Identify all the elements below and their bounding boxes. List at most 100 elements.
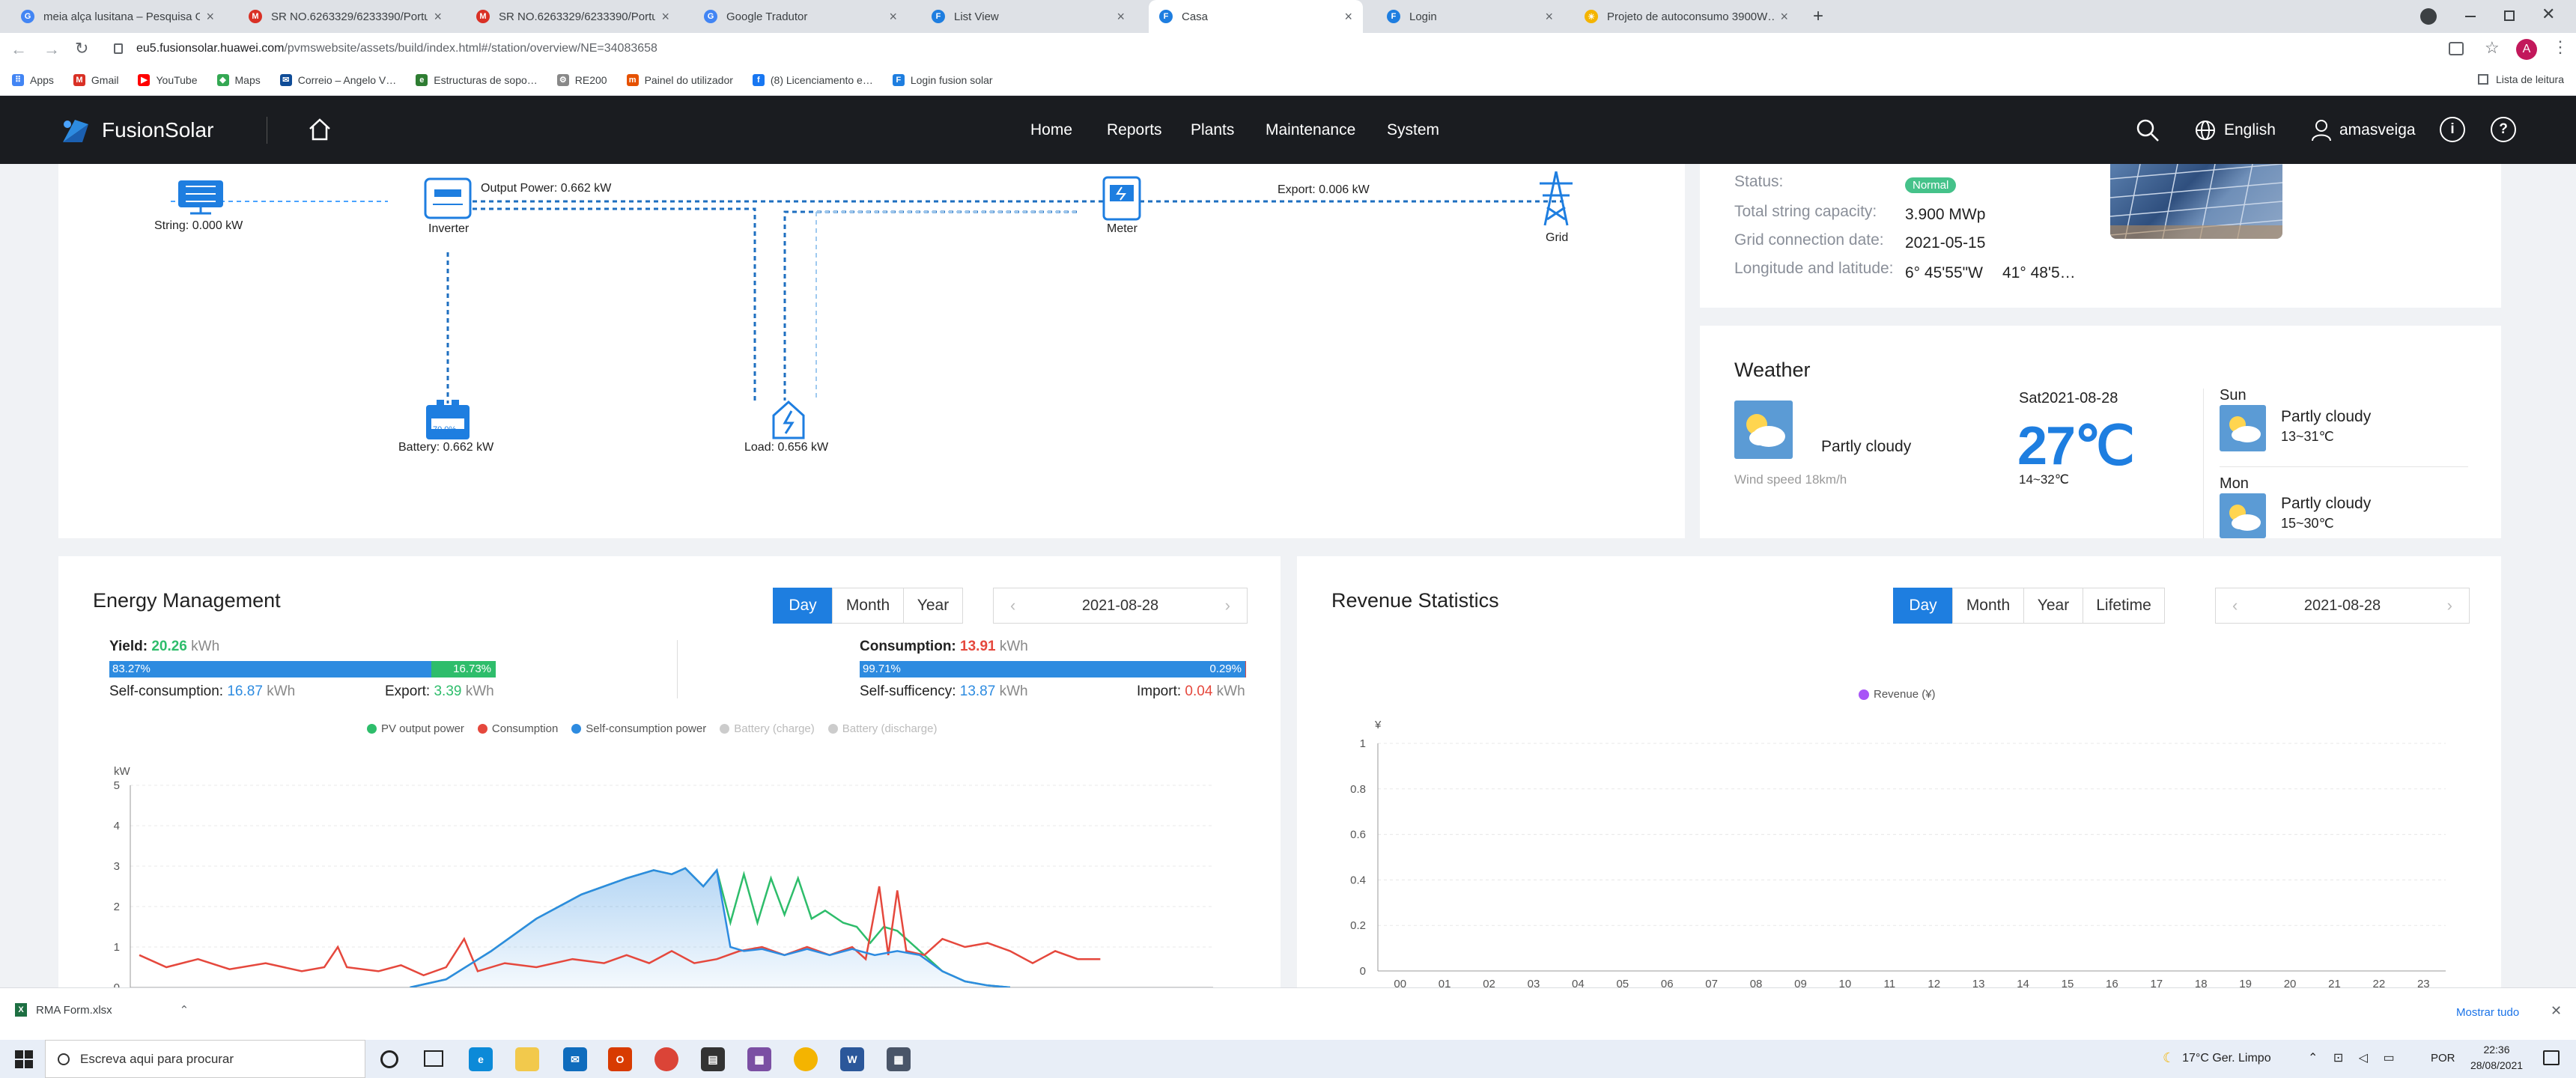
tab-search-icon[interactable] [2420, 8, 2437, 25]
minimize-button[interactable] [2465, 16, 2476, 17]
winrar-icon[interactable]: ▦ [747, 1047, 771, 1071]
home-icon[interactable] [307, 117, 332, 142]
close-window-button[interactable]: ✕ [2542, 4, 2555, 24]
taskbar-weather[interactable]: ☾ 17°C Ger. Limpo [2163, 1050, 2271, 1066]
browser-tab[interactable]: F Casa × [1149, 0, 1363, 33]
energy-date-picker[interactable]: ‹ 2021-08-28 › [993, 588, 1248, 624]
close-tab-icon[interactable]: × [1545, 9, 1553, 25]
legend-item[interactable]: PV output power [367, 722, 464, 735]
revenue-legend[interactable]: Revenue (¥) [1859, 688, 1936, 701]
revenue-tab-year[interactable]: Year [2023, 588, 2083, 624]
bookmark-star-icon[interactable]: ☆ [2485, 38, 2500, 58]
nav-reports[interactable]: Reports [1107, 96, 1162, 164]
browser-tab[interactable]: ☀ Projeto de autoconsumo 3900W… × [1574, 0, 1799, 33]
bookmark-item[interactable]: e Estructuras de sopo… [416, 73, 538, 86]
edge-icon[interactable]: e [469, 1047, 493, 1071]
legend-item[interactable]: Battery (discharge) [827, 722, 937, 735]
close-tab-icon[interactable]: × [434, 9, 442, 25]
revenue-next-date-icon[interactable]: › [2447, 596, 2452, 615]
close-tab-icon[interactable]: × [1780, 9, 1788, 25]
close-tab-icon[interactable]: × [661, 9, 669, 25]
self-consumption-value: 16.87 [227, 683, 263, 699]
energy-tab-day[interactable]: Day [773, 588, 833, 624]
translate-icon[interactable] [2449, 42, 2464, 55]
bookmark-item[interactable]: ⚙ RE200 [556, 73, 607, 86]
next-date-icon[interactable]: › [1225, 596, 1230, 615]
browser-tab[interactable]: M SR NO.6263329/6233390/Portug… × [238, 0, 452, 33]
browser-tab[interactable]: G Google Tradutor × [693, 0, 908, 33]
nav-home[interactable]: Home [1030, 96, 1072, 164]
word-icon[interactable]: W [840, 1047, 864, 1071]
forward-icon[interactable]: → [43, 40, 60, 59]
forecast-sun-range: 13~31℃ [2281, 429, 2334, 444]
close-tab-icon[interactable]: × [1344, 9, 1352, 25]
revenue-date-picker[interactable]: ‹ 2021-08-28 › [2215, 588, 2470, 624]
user-menu[interactable]: amasveiga [2311, 96, 2416, 164]
browser-menu-icon[interactable]: ⋮ [2552, 37, 2569, 57]
bookmark-item[interactable]: ▶ YouTube [138, 73, 198, 86]
maximize-button[interactable] [2504, 10, 2515, 21]
bookmark-item[interactable]: f (8) Licenciamento e… [752, 73, 873, 86]
task-view-icon[interactable] [424, 1050, 443, 1067]
taskbar-search-box[interactable]: Escreva aqui para procurar [45, 1040, 365, 1078]
bookmark-item[interactable]: F Login fusion solar [892, 73, 993, 86]
reload-icon[interactable]: ↻ [75, 39, 88, 58]
close-tab-icon[interactable]: × [206, 9, 214, 25]
browser-tab[interactable]: M SR NO.6263329/6233390/Portug… × [466, 0, 680, 33]
file-explorer-icon[interactable] [515, 1047, 539, 1071]
calculator-icon[interactable]: ▦ [887, 1047, 911, 1071]
cortana-icon[interactable] [380, 1050, 398, 1068]
revenue-tab-lifetime[interactable]: Lifetime [2083, 588, 2165, 624]
bookmark-item[interactable]: ◆ Maps [216, 73, 261, 86]
legend-item[interactable]: Consumption [477, 722, 558, 735]
legend-item[interactable]: Self-consumption power [571, 722, 706, 735]
close-tab-icon[interactable]: × [1117, 9, 1125, 25]
download-chevron-icon[interactable]: ⌃ [180, 1003, 189, 1017]
meter-label: Meter [1107, 222, 1137, 235]
bookmark-item[interactable]: M Gmail [73, 73, 118, 86]
bookmark-item[interactable]: m Painel do utilizador [626, 73, 733, 86]
bookmark-item[interactable]: ⠿ Apps [12, 73, 54, 86]
plant-photo[interactable] [2110, 164, 2282, 239]
info-icon[interactable]: i [2440, 117, 2465, 142]
sticky-app-icon[interactable] [794, 1047, 818, 1071]
windows-start-icon[interactable] [15, 1050, 33, 1068]
back-icon[interactable]: ← [10, 40, 27, 59]
new-tab-button[interactable]: + [1808, 6, 1829, 27]
energy-tab-year[interactable]: Year [903, 588, 963, 624]
show-all-downloads[interactable]: Mostrar tudo [2456, 1006, 2519, 1019]
browser-tab[interactable]: F List View × [921, 0, 1135, 33]
download-item[interactable]: X RMA Form.xlsx ⌃ [15, 1003, 189, 1017]
legend-item[interactable]: Battery (charge) [720, 722, 815, 735]
revenue-prev-date-icon[interactable]: ‹ [2232, 596, 2238, 615]
browser-tab[interactable]: Gmeia alça lusitana – Pesquisa Go… × [10, 0, 225, 33]
store-icon[interactable]: ▤ [701, 1047, 725, 1071]
profile-avatar[interactable]: A [2516, 39, 2537, 60]
mail-icon[interactable]: ✉ [563, 1047, 587, 1071]
fusionsolar-logo-icon[interactable] [60, 117, 91, 145]
nav-maintenance[interactable]: Maintenance [1266, 96, 1355, 164]
bookmark-item[interactable]: ✉ Correio – Angelo V… [279, 73, 396, 86]
language-selector[interactable]: English [2194, 96, 2276, 164]
office-icon[interactable]: O [608, 1047, 632, 1071]
prev-date-icon[interactable]: ‹ [1010, 596, 1015, 615]
revenue-tab-month[interactable]: Month [1952, 588, 2024, 624]
input-language[interactable]: POR [2431, 1052, 2455, 1065]
chrome-icon[interactable] [654, 1047, 678, 1071]
nav-system[interactable]: System [1387, 96, 1439, 164]
notifications-icon[interactable] [2543, 1050, 2560, 1065]
tray-icons[interactable]: ⌃ ⊡ ◁ ▭ [2308, 1050, 2401, 1065]
close-downloads-icon[interactable]: ✕ [2551, 1003, 2562, 1019]
revenue-x-tick-label: 03 [1528, 978, 1540, 987]
capacity-label: Total string capacity: [1734, 203, 1877, 220]
clock[interactable]: 22:36 28/08/2021 [2467, 1042, 2527, 1074]
url-field[interactable]: eu5.fusionsolar.huawei.com /pvmswebsite/… [105, 37, 2426, 61]
help-icon[interactable]: ? [2491, 117, 2516, 142]
close-tab-icon[interactable]: × [889, 9, 897, 25]
energy-tab-month[interactable]: Month [832, 588, 904, 624]
browser-tab[interactable]: F Login × [1376, 0, 1564, 33]
reading-list[interactable]: Lista de leitura [2477, 73, 2564, 85]
nav-plants[interactable]: Plants [1191, 96, 1234, 164]
revenue-tab-day[interactable]: Day [1893, 588, 1953, 624]
search-icon[interactable] [2136, 118, 2160, 142]
